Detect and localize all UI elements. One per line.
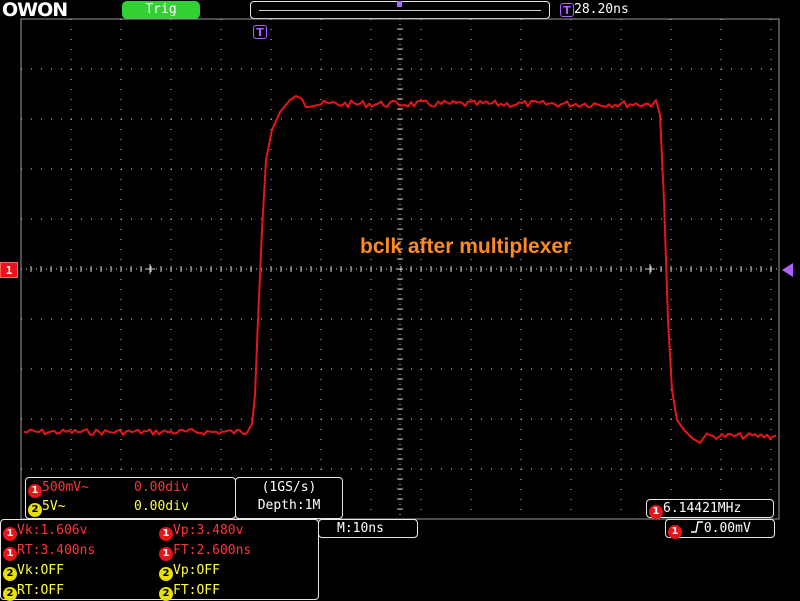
timebase-readout[interactable]: M:10ns [318,519,418,538]
measurement-value: OFF [196,563,220,578]
ch2-settings-row[interactable]: 2 5V~ 0.00div [28,498,235,517]
ch1-badge-icon: 1 [159,527,173,541]
waveform-annotation: bclk after multiplexer [360,235,572,258]
ch1-ground-marker[interactable]: 1 [0,262,18,278]
ch1-badge-icon: 1 [668,525,682,539]
ch1-badge-icon: 1 [649,505,663,519]
measurement-row: 2 RT:OFF 2 FT:OFF [3,581,318,601]
channel-settings-panel: 1 500mV~ 0.00div 2 5V~ 0.00div [25,477,236,519]
trigger-info-readout[interactable]: 1 0.00mV [665,519,775,539]
trigger-level-value: 0.00mV [703,521,751,536]
ch1-badge-icon: 1 [28,484,42,498]
measurement-label: Vp: [173,523,197,538]
measurement-label: FT: [173,543,197,558]
measurement-value: OFF [196,583,220,598]
rising-edge-icon [690,521,703,533]
ch2-badge-icon: 2 [3,587,17,601]
measurement-value: 1.606v [40,523,88,538]
measurements-panel: 1 Vk:1.606v 1 Vp:3.480v 1 RT:3.400ns 1 FT:2.600… [0,519,319,601]
measurement-label: RT: [17,583,41,598]
measurement-row: 1 RT:3.400ns 1 FT:2.600ns [3,541,318,561]
measurement-label: FT: [173,583,197,598]
ch2-badge-icon: 2 [28,503,42,517]
ch1-offset: 0.00div [134,480,189,495]
ch1-volts-div: 500mV~ [42,480,89,495]
trigger-time-marker-icon: T [253,25,267,39]
measurement-value: 2.600ns [196,543,252,558]
ch1-badge-icon: 1 [3,547,17,561]
ch2-badge-icon: 2 [159,567,173,581]
record-depth: Depth:1M [257,498,321,513]
measurement-value: OFF [40,583,64,598]
trigger-level-marker[interactable] [782,263,793,277]
measurement-value: OFF [40,563,64,578]
timebase-value: M:10ns [337,521,384,536]
ch2-badge-icon: 2 [159,587,173,601]
trigger-time-marker[interactable]: T [253,20,267,39]
measurement-label: RT: [17,543,41,558]
measurement-label: Vp: [173,563,197,578]
measurement-row: 2 Vk:OFF 2 Vp:OFF [3,561,318,581]
ch2-volts-div: 5V~ [42,499,66,514]
measurement-row: 1 Vk:1.606v 1 Vp:3.480v [3,521,318,541]
measurement-value: 3.400ns [40,543,96,558]
sample-rate: (1GS/s) [261,480,317,495]
measurement-label: Vk: [17,563,41,578]
acquisition-panel: (1GS/s) Depth:1M [235,477,343,519]
ch1-badge-icon: 1 [3,527,17,541]
ch1-settings-row[interactable]: 1 500mV~ 0.00div [28,479,235,498]
frequency-readout: 1 6.14421MHz [646,499,774,519]
ch2-badge-icon: 2 [3,567,17,581]
measurement-value: 3.480v [196,523,244,538]
ch2-offset: 0.00div [134,499,189,514]
measurement-label: Vk: [17,523,41,538]
frequency-value: 6.14421MHz [663,501,742,516]
ch1-badge-icon: 1 [159,547,173,561]
